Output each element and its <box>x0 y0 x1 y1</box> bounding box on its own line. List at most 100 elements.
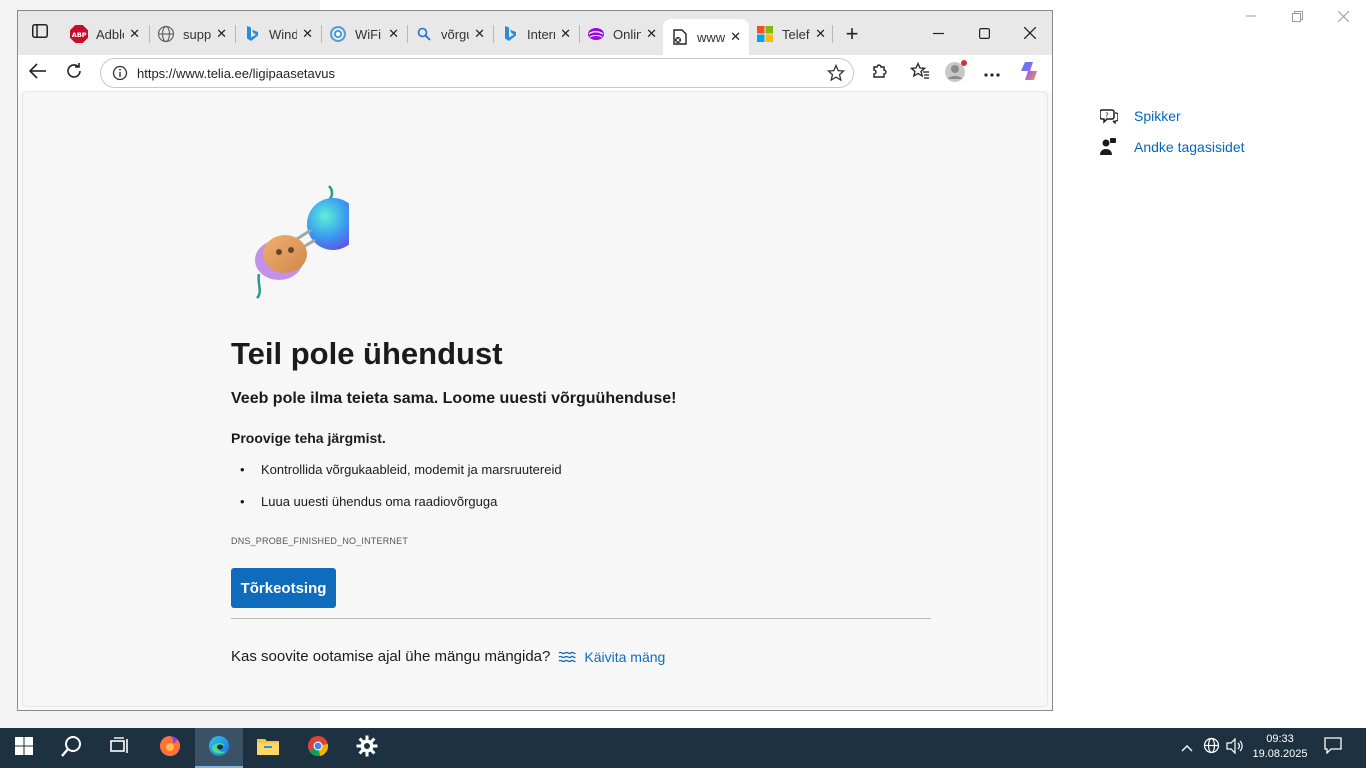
tab-vorgu[interactable]: võrgu ✕ <box>407 19 493 49</box>
taskbar: 09:33 19.08.2025 <box>0 728 1366 768</box>
favorites-button[interactable] <box>906 60 934 86</box>
chrome-icon <box>306 734 330 763</box>
windows-logo-icon <box>15 736 33 760</box>
maximize-button[interactable] <box>961 19 1007 47</box>
globe-icon <box>157 25 175 43</box>
profile-button[interactable] <box>942 59 970 88</box>
favorites-list-icon <box>909 61 930 85</box>
tab-telia-active[interactable]: www.telia.ee ✕ <box>663 19 749 55</box>
back-button[interactable] <box>24 60 52 86</box>
firefox-icon <box>158 734 182 763</box>
refresh-button[interactable] <box>60 60 88 86</box>
gear-icon <box>356 735 378 762</box>
tab-title: WiFi <box>355 26 381 42</box>
avatar <box>943 59 969 88</box>
tab-title: Windows <box>269 26 297 42</box>
puzzle-icon <box>871 62 889 85</box>
divider <box>231 618 931 619</box>
settings-close-button[interactable] <box>1320 4 1366 28</box>
troubleshoot-button[interactable]: Tõrkeotsing <box>231 568 336 608</box>
close-icon[interactable]: ✕ <box>730 29 741 45</box>
suggestions-heading: Proovige teha järgmist. <box>231 430 386 446</box>
error-subtitle: Veeb pole ilma teieta sama. Loome uuesti… <box>231 390 677 407</box>
microsoft-icon <box>756 25 774 43</box>
copilot-icon <box>1019 60 1041 87</box>
settings-restore-button[interactable] <box>1274 4 1320 28</box>
svg-text:ABP: ABP <box>72 31 87 39</box>
tab-actions-button[interactable] <box>26 21 54 45</box>
close-icon[interactable]: ✕ <box>646 26 657 42</box>
close-icon[interactable]: ✕ <box>302 26 313 42</box>
settings-side-links: ? Spikker Andke tagasisidet <box>1100 100 1245 162</box>
tab-wifi[interactable]: WiFi ✕ <box>321 19 407 49</box>
taskbar-firefox[interactable] <box>146 728 194 768</box>
tab-telefon[interactable]: Telefon ✕ <box>748 19 834 49</box>
task-view-icon <box>110 736 130 760</box>
refresh-icon <box>65 62 83 85</box>
tab-online[interactable]: Online ✕ <box>579 19 665 49</box>
globe-icon <box>1203 737 1220 759</box>
info-icon[interactable] <box>105 65 135 81</box>
taskbar-chrome[interactable] <box>294 728 342 768</box>
close-window-button[interactable] <box>1007 19 1053 47</box>
list-item: • Kontrollida võrgukaableid, modemit ja m… <box>240 462 562 477</box>
settings-minimize-button[interactable] <box>1228 4 1274 28</box>
page-error-icon <box>671 28 689 46</box>
tab-support[interactable]: support ✕ <box>149 19 235 49</box>
arrow-left-icon <box>28 62 47 84</box>
tab-windows[interactable]: Windows ✕ <box>235 19 321 49</box>
volume-tray-button[interactable] <box>1224 728 1246 768</box>
plus-icon: + <box>845 21 859 46</box>
tab-strip: ABP Adblock ✕ support ✕ Windows ✕ WiFi ✕… <box>18 11 1052 55</box>
close-icon[interactable]: ✕ <box>129 26 140 42</box>
close-icon[interactable]: ✕ <box>474 26 485 42</box>
tab-internet[interactable]: Internet ✕ <box>493 19 579 49</box>
start-button[interactable] <box>0 728 48 768</box>
telia-icon <box>587 25 605 43</box>
tab-title: www.telia.ee <box>697 29 725 45</box>
tab-adblock[interactable]: ABP Adblock ✕ <box>62 19 148 49</box>
address-url: https://www.telia.ee/ligipaasetavus <box>137 65 335 81</box>
help-chat-icon: ? <box>1100 108 1134 124</box>
tab-title: Adblock <box>96 26 124 42</box>
surf-wave-icon <box>558 650 577 664</box>
svg-text:?: ? <box>1105 111 1109 119</box>
minimize-button[interactable] <box>915 19 961 47</box>
more-menu-button[interactable] <box>978 60 1006 86</box>
notification-icon <box>1324 737 1342 759</box>
close-icon[interactable]: ✕ <box>216 26 227 42</box>
feedback-person-icon <box>1100 137 1134 156</box>
tab-separator <box>832 25 833 43</box>
notifications-button[interactable] <box>1318 728 1348 768</box>
clock-date: 19.08.2025 <box>1252 748 1308 760</box>
task-view-button[interactable] <box>96 728 144 768</box>
taskbar-edge[interactable] <box>195 728 243 768</box>
feedback-link[interactable]: Andke tagasisidet <box>1100 131 1245 162</box>
network-tray-button[interactable] <box>1200 728 1222 768</box>
search-icon <box>61 735 83 762</box>
taskbar-clock[interactable]: 09:33 19.08.2025 <box>1250 732 1310 762</box>
close-icon[interactable]: ✕ <box>388 26 399 42</box>
close-icon[interactable]: ✕ <box>560 26 571 42</box>
tab-title: Telefon <box>782 26 810 42</box>
new-tab-button[interactable]: + <box>838 21 866 47</box>
suggestions-list: • Kontrollida võrgukaableid, modemit ja m… <box>231 462 562 526</box>
folder-icon <box>256 736 280 761</box>
close-icon[interactable]: ✕ <box>815 26 826 42</box>
address-bar[interactable]: https://www.telia.ee/ligipaasetavus <box>100 58 854 88</box>
more-dots-icon <box>984 64 1000 82</box>
show-hidden-icons-button[interactable] <box>1178 728 1196 768</box>
speaker-icon <box>1226 737 1244 759</box>
help-link[interactable]: ? Spikker <box>1100 100 1245 131</box>
taskbar-settings[interactable] <box>343 728 391 768</box>
copilot-button[interactable] <box>1016 60 1044 86</box>
tab-actions-icon <box>32 23 48 43</box>
start-game-link[interactable]: Käivita mäng <box>584 649 665 665</box>
game-prompt-text: Kas soovite ootamise ajal ühe mängu mäng… <box>231 648 551 665</box>
clock-time: 09:33 <box>1266 733 1294 745</box>
favorite-star-icon[interactable] <box>826 63 846 87</box>
extensions-button[interactable] <box>866 60 894 86</box>
taskbar-file-explorer[interactable] <box>244 728 292 768</box>
bing-icon <box>243 25 261 43</box>
taskbar-search-button[interactable] <box>48 728 96 768</box>
